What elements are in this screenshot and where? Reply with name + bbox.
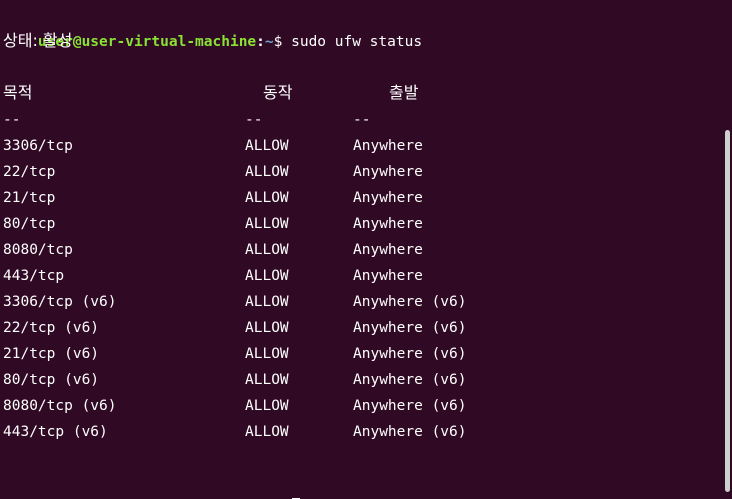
scrollbar[interactable] [722,0,732,499]
rule-from: Anywhere (v6) [353,372,467,388]
rule-to: 80/tcp (v6) [3,372,100,388]
rule-from: Anywhere [353,190,423,206]
rule-action: ALLOW [245,372,289,388]
table-row: 80/tcp ALLOW Anywhere [3,211,703,237]
rule-from: Anywhere [353,216,423,232]
status-line: 상태: 활성 [3,31,73,50]
rule-action: ALLOW [245,164,289,180]
rule-action: ALLOW [245,398,289,414]
active-prompt-line[interactable]: user@user-virtual-machine:~$ [3,471,301,499]
table-row: 443/tcp ALLOW Anywhere [3,263,703,289]
table-row: 8080/tcp (v6) ALLOW Anywhere (v6) [3,393,703,419]
table-row: 22/tcp (v6) ALLOW Anywhere (v6) [3,315,703,341]
rule-to: 21/tcp (v6) [3,346,100,362]
table-row: 3306/tcp ALLOW Anywhere [3,133,703,159]
rule-action: ALLOW [245,268,289,284]
rule-from: Anywhere (v6) [353,320,467,336]
table-row: 8080/tcp ALLOW Anywhere [3,237,703,263]
header-action: 동작 [263,83,293,102]
header-from: 출발 [389,83,419,102]
rule-to: 8080/tcp (v6) [3,398,117,414]
rule-to: 3306/tcp [3,138,73,154]
table-row: 443/tcp (v6) ALLOW Anywhere (v6) [3,419,703,445]
table-row: 21/tcp (v6) ALLOW Anywhere (v6) [3,341,703,367]
rule-from: Anywhere (v6) [353,424,467,440]
rule-action: ALLOW [245,138,289,154]
scrollbar-thumb[interactable] [725,130,730,492]
rule-action: ALLOW [245,190,289,206]
rule-action: ALLOW [245,424,289,440]
table-divider: -- -- -- [3,107,703,133]
prompt-dollar: $ [273,34,283,50]
rule-to: 21/tcp [3,190,56,206]
rule-from: Anywhere [353,268,423,284]
table-header: 목적 동작 출발 [3,80,703,106]
rule-action: ALLOW [245,242,289,258]
rule-to: 8080/tcp [3,242,73,258]
rule-from: Anywhere [353,138,423,154]
rule-to: 22/tcp (v6) [3,320,100,336]
command-text: sudo ufw status [291,34,423,50]
rule-action: ALLOW [245,320,289,336]
terminal-window[interactable]: user@user-virtual-machine:~$ sudo ufw st… [0,0,732,499]
divider-to: -- [3,112,21,128]
rule-from: Anywhere (v6) [353,398,467,414]
rule-action: ALLOW [245,216,289,232]
rule-from: Anywhere [353,242,423,258]
header-to: 목적 [3,83,33,102]
table-row: 3306/tcp (v6) ALLOW Anywhere (v6) [3,289,703,315]
rule-to: 80/tcp [3,216,56,232]
rule-to: 443/tcp [3,268,65,284]
table-row: 21/tcp ALLOW Anywhere [3,185,703,211]
prompt-separator: : [256,34,265,50]
command-line: user@user-virtual-machine:~$ sudo ufw st… [3,3,422,50]
table-row: 80/tcp (v6) ALLOW Anywhere (v6) [3,367,703,393]
rule-from: Anywhere (v6) [353,346,467,362]
rule-to: 443/tcp (v6) [3,424,108,440]
rule-action: ALLOW [245,294,289,310]
rule-to: 22/tcp [3,164,56,180]
divider-action: -- [245,112,263,128]
rule-action: ALLOW [245,346,289,362]
divider-from: -- [353,112,371,128]
rule-from: Anywhere [353,164,423,180]
rule-to: 3306/tcp (v6) [3,294,117,310]
prompt-path: ~ [264,34,274,50]
rule-from: Anywhere (v6) [353,294,467,310]
table-row: 22/tcp ALLOW Anywhere [3,159,703,185]
